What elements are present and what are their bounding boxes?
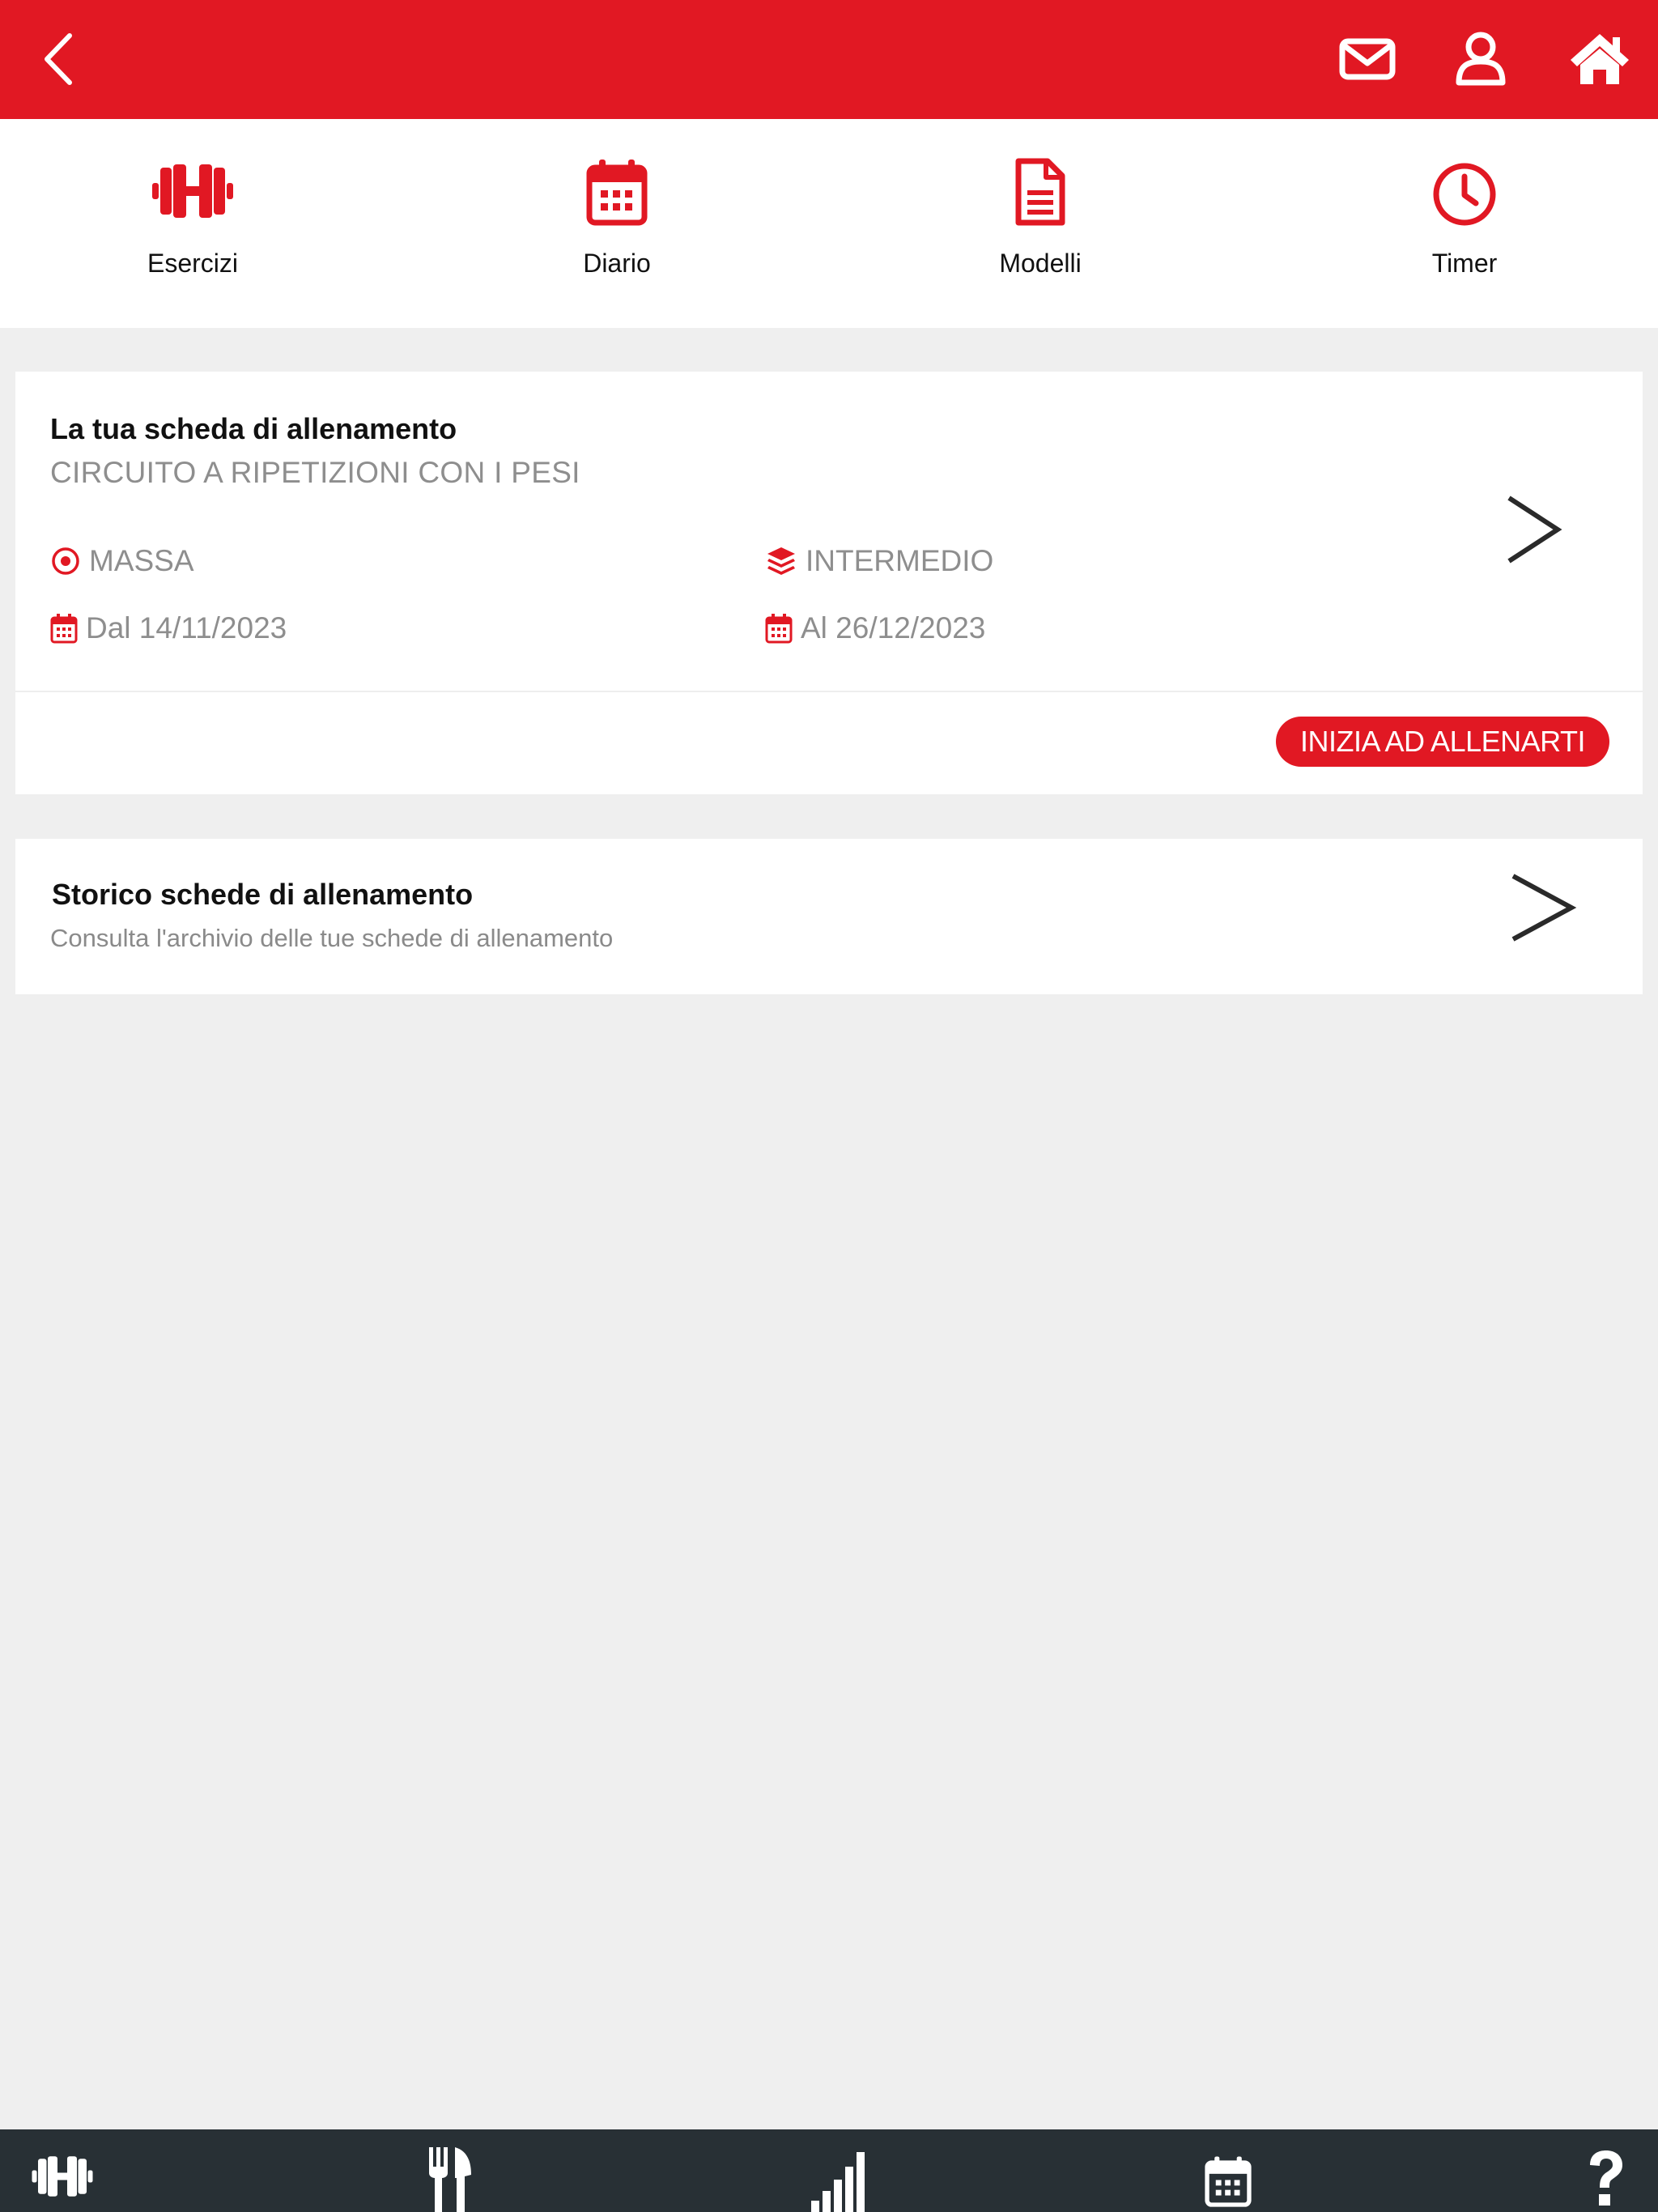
quick-nav: Esercizi Diario Modelli Timer [0,119,1658,328]
history-card[interactable]: Storico schede di allenamento Consulta l… [15,839,1643,994]
plan-goal: MASSA [50,544,194,578]
question-icon[interactable] [1585,2147,1626,2212]
start-training-button[interactable]: INIZIA AD ALLENARTI [1276,717,1609,767]
quicknav-label: Esercizi [147,249,238,278]
plan-start-label: Dal 14/11/2023 [86,611,287,644]
chevron-left-icon[interactable] [40,31,76,87]
card-divider [15,691,1643,692]
calendar-icon [586,160,648,226]
signal-bars-icon[interactable] [810,2149,868,2212]
quicknav-label: Modelli [999,249,1082,278]
target-icon [52,547,79,575]
dumbbell-icon [152,164,233,218]
card-title: La tua scheda di allenamento [50,412,457,445]
quicknav-item-modelli[interactable]: Modelli [919,119,1162,328]
envelope-icon[interactable] [1337,31,1397,87]
layers-icon [767,547,795,575]
quicknav-label: Timer [1431,249,1498,278]
calendar-icon[interactable] [1205,2150,1252,2212]
document-icon [1015,158,1065,226]
plan-level: INTERMEDIO [765,544,993,578]
bottom-tab-bar [0,2129,1658,2212]
current-plan-card[interactable]: La tua scheda di allenamento CIRCUITO A … [15,372,1643,794]
history-subtitle: Consulta l'archivio delle tue schede di … [50,924,614,952]
home-icon[interactable] [1567,31,1632,87]
top-app-bar [0,0,1658,119]
user-icon[interactable] [1451,31,1511,87]
plan-level-label: INTERMEDIO [806,544,994,577]
chevron-right-icon[interactable] [1505,871,1579,944]
calendar-icon [50,614,78,644]
plan-goal-label: MASSA [89,544,194,577]
clock-icon [1433,163,1496,226]
dumbbell-icon[interactable] [31,2154,94,2199]
quicknav-item-diario[interactable]: Diario [495,119,738,328]
history-title: Storico schede di allenamento [52,878,474,911]
plan-start-date: Dal 14/11/2023 [50,611,287,645]
calendar-icon [765,614,793,644]
cutlery-icon[interactable] [427,2146,473,2212]
plan-end-date: Al 26/12/2023 [765,611,985,645]
quicknav-item-timer[interactable]: Timer [1343,119,1586,328]
quicknav-label: Diario [583,249,651,278]
quicknav-item-esercizi[interactable]: Esercizi [71,119,314,328]
chevron-right-icon[interactable] [1501,493,1566,566]
plan-name: CIRCUITO A RIPETIZIONI CON I PESI [50,456,580,489]
plan-end-label: Al 26/12/2023 [801,611,986,644]
